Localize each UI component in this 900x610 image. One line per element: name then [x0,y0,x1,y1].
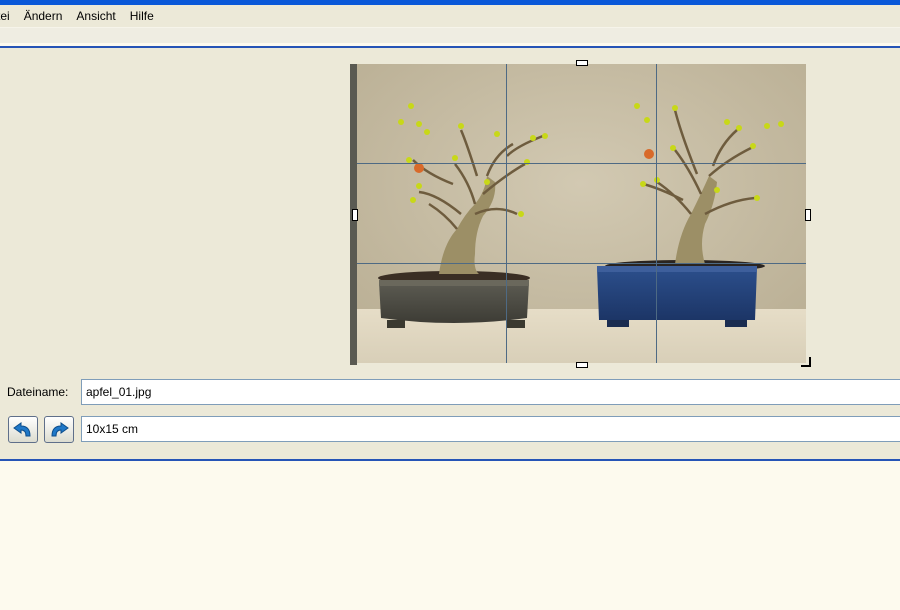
crop-handle-top[interactable] [576,60,588,66]
menu-bar: tei Ändern Ansicht Hilfe [0,5,900,27]
rotate-left-button[interactable] [8,416,38,443]
image-preview [350,60,811,368]
crop-grid-line [656,64,657,363]
filename-input[interactable] [81,379,900,405]
crop-handle-right[interactable] [805,209,811,221]
filename-label: Dateiname: [7,385,69,399]
crop-handle-corner[interactable] [801,357,811,367]
menu-datei[interactable]: tei [0,5,17,27]
crop-handle-left[interactable] [352,209,358,221]
image-editor-panel: Dateiname: [0,46,900,461]
crop-grid-line [357,163,806,164]
bonsai-photo-drawing [357,64,806,363]
crop-grid-line [506,64,507,363]
rotate-right-button[interactable] [44,416,74,443]
menu-aendern[interactable]: Ändern [17,5,70,27]
crop-grid-line [357,263,806,264]
toolbar-area [0,27,900,43]
print-format-input[interactable] [81,416,900,442]
menu-hilfe[interactable]: Hilfe [123,5,161,27]
crop-handle-bottom[interactable] [576,362,588,368]
bonsai-photo[interactable] [357,64,806,363]
rotate-right-icon [51,421,69,436]
rotate-left-icon [13,421,31,436]
menu-ansicht[interactable]: Ansicht [69,5,122,27]
